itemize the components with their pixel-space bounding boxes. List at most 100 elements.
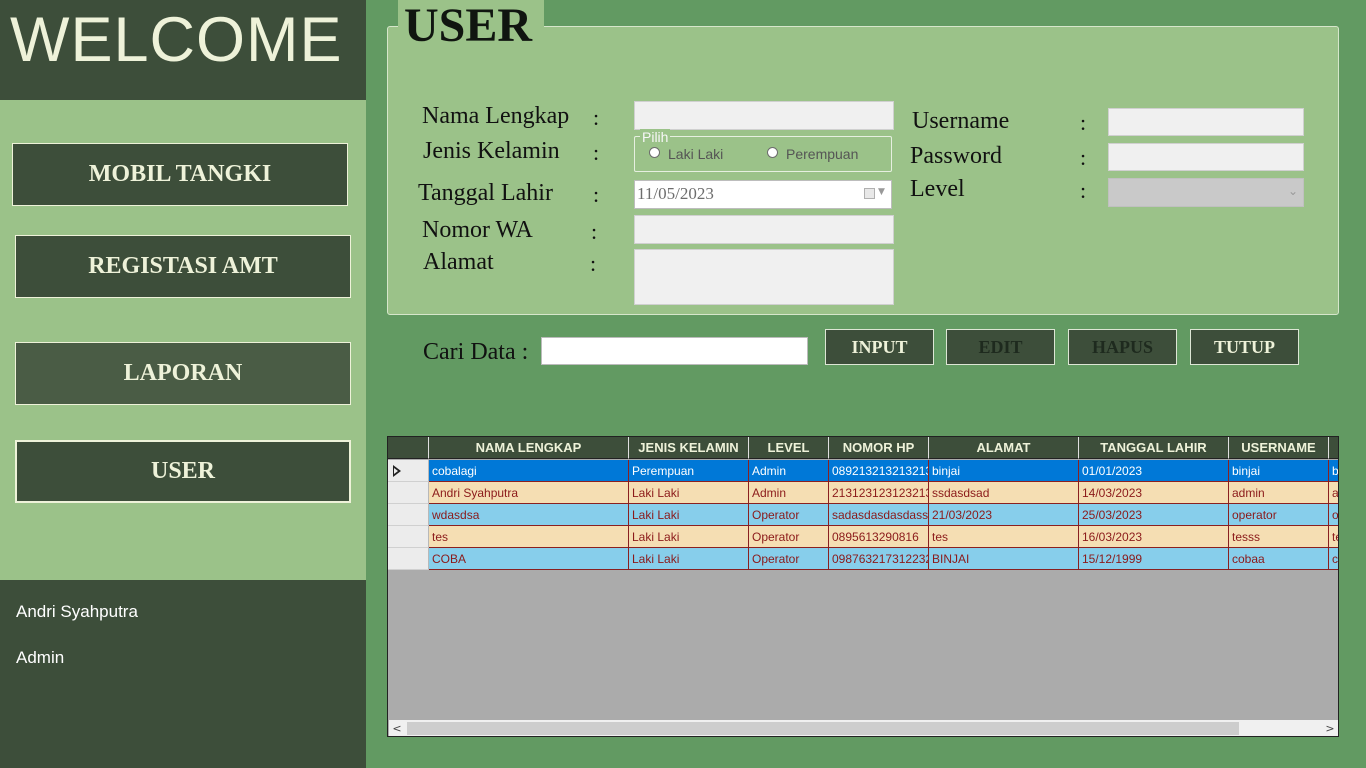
cell-alamat[interactable]: binjai [929, 460, 1079, 482]
colon: : [591, 219, 598, 244]
cell-nama[interactable]: tes [429, 526, 629, 548]
chevron-left-icon[interactable]: < [389, 720, 405, 736]
cell-username[interactable]: operator [1229, 504, 1329, 526]
cell-jenis-kelamin[interactable]: Laki Laki [629, 526, 749, 548]
current-user-name: Andri Syahputra [16, 602, 138, 621]
cell-jenis-kelamin[interactable]: Laki Laki [629, 482, 749, 504]
column-header-jenis-kelamin[interactable]: JENIS KELAMIN [629, 437, 749, 459]
cell-tanggal-lahir[interactable]: 15/12/1999 [1079, 548, 1229, 570]
table-row[interactable]: COBA Laki Laki Operator 098763217312232 … [388, 548, 1338, 570]
cell-alamat[interactable]: ssdasdsad [929, 482, 1079, 504]
calendar-icon[interactable] [864, 188, 875, 199]
username-input[interactable] [1108, 108, 1304, 136]
row-header[interactable] [388, 460, 429, 482]
user-data-grid[interactable]: NAMA LENGKAP JENIS KELAMIN LEVEL NOMOR H… [387, 436, 1339, 737]
tutup-button[interactable]: TUTUP [1190, 329, 1299, 365]
password-input[interactable] [1108, 143, 1304, 171]
hapus-button[interactable]: HAPUS [1068, 329, 1177, 365]
radio-perempuan[interactable] [767, 147, 778, 158]
cell-jenis-kelamin[interactable]: Laki Laki [629, 548, 749, 570]
cell-nama[interactable]: Andri Syahputra [429, 482, 629, 504]
row-header[interactable] [388, 548, 429, 570]
cell-nomor-hp[interactable]: 213123123123213 [829, 482, 929, 504]
grid-corner-header [388, 437, 429, 459]
column-header-overflow [1329, 437, 1338, 459]
label-level: Level [910, 176, 965, 202]
cell-tanggal-lahir[interactable]: 01/01/2023 [1079, 460, 1229, 482]
nav-registasi-amt-button[interactable]: REGISTASI AMT [15, 235, 351, 298]
cell-tanggal-lahir[interactable]: 16/03/2023 [1079, 526, 1229, 548]
cell-overflow[interactable]: c [1329, 548, 1338, 570]
column-header-nomor-hp[interactable]: NOMOR HP [829, 437, 929, 459]
cell-jenis-kelamin[interactable]: Perempuan [629, 460, 749, 482]
cell-nomor-hp[interactable]: sadasdasdasdass [829, 504, 929, 526]
nav-user-button[interactable]: USER [15, 440, 351, 503]
cell-level[interactable]: Admin [749, 460, 829, 482]
scrollbar-thumb[interactable] [407, 722, 1239, 735]
welcome-title: WELCOME [10, 5, 343, 75]
label-tanggal-lahir: Tanggal Lahir [418, 180, 553, 206]
cell-level[interactable]: Admin [749, 482, 829, 504]
level-select[interactable] [1108, 178, 1304, 207]
cell-nama[interactable]: COBA [429, 548, 629, 570]
column-header-nama-lengkap[interactable]: NAMA LENGKAP [429, 437, 629, 459]
column-header-username[interactable]: USERNAME [1229, 437, 1329, 459]
cell-tanggal-lahir[interactable]: 25/03/2023 [1079, 504, 1229, 526]
cell-username[interactable]: admin [1229, 482, 1329, 504]
edit-button[interactable]: EDIT [946, 329, 1055, 365]
page-title: USER [404, 0, 533, 52]
cell-username[interactable]: tesss [1229, 526, 1329, 548]
alamat-textarea[interactable] [634, 249, 894, 305]
cell-alamat[interactable]: 21/03/2023 [929, 504, 1079, 526]
cell-alamat[interactable]: tes [929, 526, 1079, 548]
cell-overflow[interactable]: a [1329, 482, 1338, 504]
cell-nama[interactable]: wdasdsa [429, 504, 629, 526]
gender-group-caption: Pilih [640, 129, 671, 145]
radio-perempuan-label[interactable]: Perempuan [786, 146, 858, 162]
chevron-down-icon[interactable]: ⌄ [1288, 184, 1298, 198]
cell-username[interactable]: cobaa [1229, 548, 1329, 570]
column-header-tanggal-lahir[interactable]: TANGGAL LAHIR [1079, 437, 1229, 459]
input-button[interactable]: INPUT [825, 329, 934, 365]
nav-laporan-button[interactable]: LAPORAN [15, 342, 351, 405]
cell-level[interactable]: Operator [749, 548, 829, 570]
label-username: Username [912, 108, 1010, 134]
colon: : [1080, 178, 1087, 203]
current-row-indicator-inner [394, 468, 398, 474]
nama-lengkap-input[interactable] [634, 101, 894, 130]
horizontal-scrollbar[interactable]: < > [389, 720, 1338, 736]
cell-nomor-hp[interactable]: 098763217312232 [829, 548, 929, 570]
radio-laki-laki[interactable] [649, 147, 660, 158]
chevron-right-icon[interactable]: > [1322, 720, 1338, 736]
cell-username[interactable]: binjai [1229, 460, 1329, 482]
cell-level[interactable]: Operator [749, 504, 829, 526]
cell-overflow[interactable]: b [1329, 460, 1338, 482]
label-password: Password [910, 143, 1003, 169]
column-header-alamat[interactable]: ALAMAT [929, 437, 1079, 459]
colon: : [593, 105, 600, 130]
label-nama-lengkap: Nama Lengkap [422, 103, 570, 129]
row-header[interactable] [388, 482, 429, 504]
search-label: Cari Data : [423, 339, 529, 365]
cell-overflow[interactable]: o [1329, 504, 1338, 526]
cell-jenis-kelamin[interactable]: Laki Laki [629, 504, 749, 526]
cell-nomor-hp[interactable]: 0895613290816 [829, 526, 929, 548]
cell-overflow[interactable]: te [1329, 526, 1338, 548]
cell-nama[interactable]: cobalagi [429, 460, 629, 482]
chevron-down-icon[interactable]: ▼ [878, 187, 885, 197]
nomor-wa-input[interactable] [634, 215, 894, 244]
table-row[interactable]: tes Laki Laki Operator 0895613290816 tes… [388, 526, 1338, 548]
column-header-level[interactable]: LEVEL [749, 437, 829, 459]
table-row[interactable]: Andri Syahputra Laki Laki Admin 21312312… [388, 482, 1338, 504]
nav-mobil-tangki-button[interactable]: MOBIL TANGKI [12, 143, 348, 206]
row-header[interactable] [388, 526, 429, 548]
search-input[interactable] [541, 337, 808, 365]
cell-tanggal-lahir[interactable]: 14/03/2023 [1079, 482, 1229, 504]
cell-level[interactable]: Operator [749, 526, 829, 548]
cell-alamat[interactable]: BINJAI [929, 548, 1079, 570]
row-header[interactable] [388, 504, 429, 526]
table-row[interactable]: cobalagi Perempuan Admin 089213213213213… [388, 460, 1338, 482]
radio-laki-laki-label[interactable]: Laki Laki [668, 146, 723, 162]
cell-nomor-hp[interactable]: 089213213213213 [829, 460, 929, 482]
table-row[interactable]: wdasdsa Laki Laki Operator sadasdasdasda… [388, 504, 1338, 526]
